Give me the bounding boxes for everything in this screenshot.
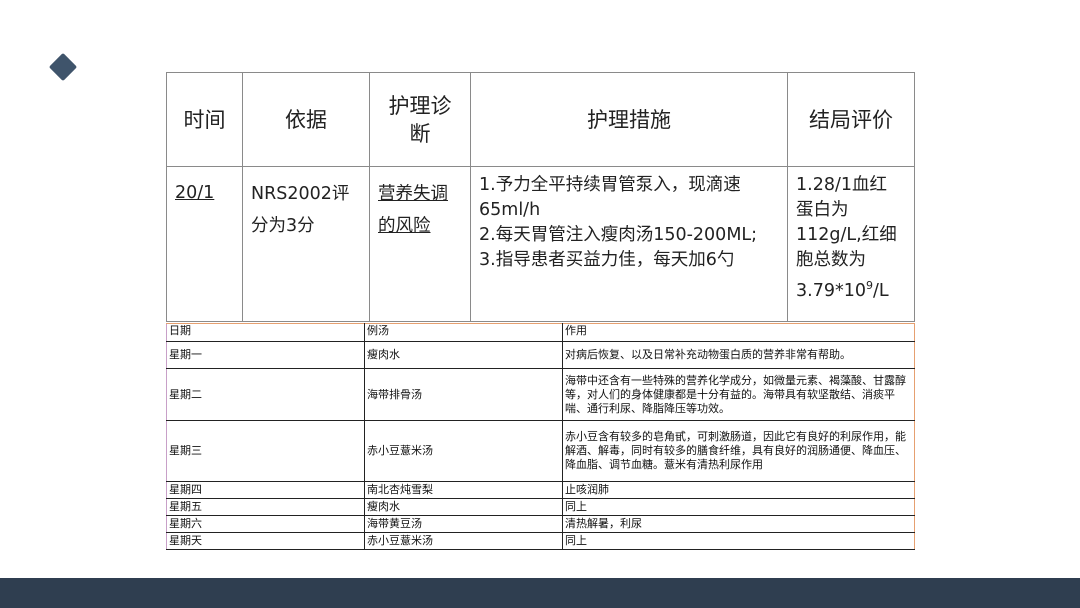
- diagnosis-line2: 的风险: [378, 216, 431, 236]
- diet-soup: 瘦肉水: [364, 498, 563, 516]
- diet-soup: 赤小豆薏米汤: [364, 532, 563, 550]
- diet-effect: 清热解暑，利尿: [562, 515, 915, 533]
- diet-soup: 南北杏炖雪梨: [364, 481, 563, 499]
- header-evaluation: 结局评价: [787, 72, 915, 167]
- header-diagnosis-line2: 断: [409, 121, 431, 146]
- diet-soup: 瘦肉水: [364, 341, 563, 369]
- diamond-bullet-icon: [48, 52, 78, 82]
- table-row: 星期天 赤小豆薏米汤 同上: [166, 532, 915, 550]
- care-header-row: 时间 依据 护理诊 断 护理措施 结局评价: [166, 72, 915, 167]
- header-diagnosis-line1: 护理诊: [388, 93, 452, 118]
- care-data-row: 20/1 NRS2002评 分为3分 营养失调 的风险 1.予力全平持续胃管泵入…: [166, 166, 915, 322]
- diet-day: 星期三: [166, 420, 365, 482]
- diet-effect: 海带中还含有一些特殊的营养化学成分，如微量元素、褐藻酸、甘露醇等，对人们的身体健…: [562, 368, 915, 421]
- diagnosis-line1: 营养失调: [378, 184, 448, 204]
- diet-effect: 对病后恢复、以及日常补充动物蛋白质的营养非常有帮助。: [562, 341, 915, 369]
- diet-day: 星期一: [166, 341, 365, 369]
- table-row: 星期三 赤小豆薏米汤 赤小豆含有较多的皂角甙，可刺激肠道，因此它有良好的利尿作用…: [166, 420, 915, 482]
- header-time: 时间: [166, 72, 243, 167]
- table-row: 星期六 海带黄豆汤 清热解暑，利尿: [166, 515, 915, 533]
- diet-day: 星期二: [166, 368, 365, 421]
- diet-effect: 同上: [562, 498, 915, 516]
- measure-line: 1.予力全平持续胃管泵入，现滴速: [479, 175, 741, 195]
- measure-line: 3.指导患者买益力佳，每天加6勺: [479, 250, 735, 270]
- cell-diagnosis: 营养失调 的风险: [369, 166, 471, 322]
- diet-header-row: 日期 例汤 作用: [166, 323, 915, 342]
- time-value: 20/1: [175, 183, 215, 203]
- cell-basis: NRS2002评 分为3分: [242, 166, 370, 322]
- diet-day: 星期四: [166, 481, 365, 499]
- table-row: 星期一 瘦肉水 对病后恢复、以及日常补充动物蛋白质的营养非常有帮助。: [166, 341, 915, 369]
- evaluation-last-line: 3.79*109/L: [796, 273, 914, 304]
- measure-line: 2.每天胃管注入瘦肉汤150-200ML;: [479, 225, 758, 245]
- header-diagnosis: 护理诊 断: [369, 72, 471, 167]
- basis-line2: 分为3分: [251, 216, 315, 236]
- diet-effect: 同上: [562, 532, 915, 550]
- table-row: 星期二 海带排骨汤 海带中还含有一些特殊的营养化学成分，如微量元素、褐藻酸、甘露…: [166, 368, 915, 421]
- table-row: 星期四 南北杏炖雪梨 止咳润肺: [166, 481, 915, 499]
- measure-line: 65ml/h: [479, 200, 541, 220]
- diet-soup: 赤小豆薏米汤: [364, 420, 563, 482]
- cell-evaluation: 1.28/1血红 蛋白为 112g/L,红细 胞总数为 3.79*109/L: [787, 166, 915, 322]
- header-basis: 依据: [242, 72, 370, 167]
- header-measures: 护理措施: [470, 72, 788, 167]
- diet-effect: 止咳润肺: [562, 481, 915, 499]
- evaluation-line: 112g/L,红细: [796, 225, 897, 245]
- evaluation-line: 胞总数为: [796, 250, 866, 270]
- diet-soup: 海带黄豆汤: [364, 515, 563, 533]
- diet-header-day: 日期: [166, 323, 365, 342]
- footer-bar: [0, 578, 1080, 608]
- diet-header-soup: 例汤: [364, 323, 563, 342]
- diet-day: 星期天: [166, 532, 365, 550]
- diet-day: 星期六: [166, 515, 365, 533]
- care-plan-table: 时间 依据 护理诊 断 护理措施 结局评价 20/1 NRS2002评 分为3分…: [166, 72, 915, 322]
- cell-time: 20/1: [166, 166, 243, 322]
- evaluation-last-prefix: 3.79*10: [796, 280, 866, 301]
- evaluation-line: 蛋白为: [796, 200, 849, 220]
- diet-soup: 海带排骨汤: [364, 368, 563, 421]
- diet-effect: 赤小豆含有较多的皂角甙，可刺激肠道，因此它有良好的利尿作用，能解酒、解毒，同时有…: [562, 420, 915, 482]
- evaluation-line: 1.28/1血红: [796, 175, 887, 195]
- diet-header-effect: 作用: [562, 323, 915, 342]
- evaluation-exponent: 9: [865, 279, 873, 292]
- cell-measures: 1.予力全平持续胃管泵入，现滴速 65ml/h 2.每天胃管注入瘦肉汤150-2…: [470, 166, 788, 322]
- table-row: 星期五 瘦肉水 同上: [166, 498, 915, 516]
- basis-line1: NRS2002评: [251, 184, 350, 204]
- diet-day: 星期五: [166, 498, 365, 516]
- evaluation-last-suffix: /L: [872, 280, 889, 301]
- diet-soup-table: 日期 例汤 作用 星期一 瘦肉水 对病后恢复、以及日常补充动物蛋白质的营养非常有…: [166, 323, 915, 550]
